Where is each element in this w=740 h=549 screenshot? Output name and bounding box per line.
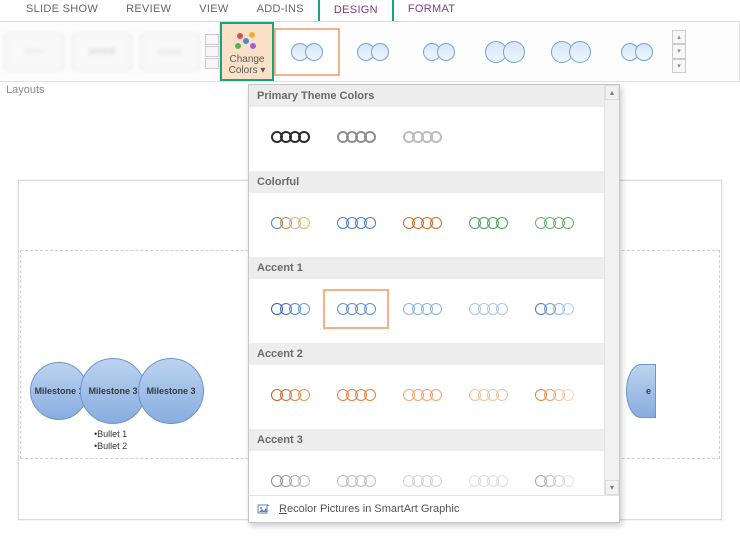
style-thumb-6[interactable]: [604, 28, 670, 76]
smartart-styles-gallery: ▴▾▾: [274, 22, 740, 81]
color-variation-thumb[interactable]: [521, 289, 587, 329]
color-variation-thumb[interactable]: [455, 289, 521, 329]
dd-section-primary: Primary Theme Colors: [249, 85, 619, 107]
layouts-gallery[interactable]: ○○○○ ≋≋≋≋ ◇◇◇◇: [0, 22, 220, 81]
color-variation-thumb[interactable]: [389, 461, 455, 495]
bullet-item: •Bullet 2: [94, 440, 127, 452]
scroll-down-arrow-icon[interactable]: ▾: [605, 480, 619, 495]
tab-slideshow[interactable]: SLIDE SHOW: [12, 0, 112, 21]
color-variation-thumb[interactable]: [389, 375, 455, 415]
dd-section-accent2: Accent 2: [249, 343, 619, 365]
change-colors-button[interactable]: ChangeColors ▾: [220, 22, 274, 81]
color-variation-thumb[interactable]: [323, 117, 389, 157]
tab-addins[interactable]: ADD-INS: [243, 0, 318, 21]
milestone-node[interactable]: Milestone 3: [80, 358, 146, 424]
styles-gallery-spinner[interactable]: ▴▾▾: [672, 26, 686, 77]
tab-view[interactable]: VIEW: [185, 0, 242, 21]
color-variation-thumb[interactable]: [455, 375, 521, 415]
ribbon-content: ○○○○ ≋≋≋≋ ◇◇◇◇ ChangeColors ▾ ▴▾▾: [0, 22, 740, 82]
color-variation-thumb[interactable]: [257, 289, 323, 329]
color-variation-thumb[interactable]: [323, 203, 389, 243]
change-colors-dropdown: ▴ ▾ Primary Theme Colors Colorful Accent…: [248, 84, 620, 523]
milestone-node-peek[interactable]: e: [626, 364, 656, 418]
style-thumb-5[interactable]: [538, 28, 604, 76]
color-variation-thumb[interactable]: [521, 375, 587, 415]
color-variation-thumb[interactable]: [389, 203, 455, 243]
color-variation-thumb[interactable]: [521, 461, 587, 495]
color-variation-thumb[interactable]: [257, 375, 323, 415]
recolor-pictures-link[interactable]: Recolor Pictures in SmartArt Graphic: [249, 495, 619, 522]
color-variation-thumb[interactable]: [389, 289, 455, 329]
change-colors-label: ChangeColors ▾: [229, 54, 266, 76]
ribbon-tab-strip: SLIDE SHOW REVIEW VIEW ADD-INS DESIGN FO…: [0, 0, 740, 22]
dd-section-accent3: Accent 3: [249, 429, 619, 451]
dd-section-colorful: Colorful: [249, 171, 619, 193]
dropdown-scrollbar[interactable]: ▴ ▾: [604, 85, 619, 495]
style-thumb-2[interactable]: [340, 28, 406, 76]
style-thumb-3[interactable]: [406, 28, 472, 76]
bullet-item: •Bullet 1: [94, 428, 127, 440]
color-variation-thumb[interactable]: [389, 117, 455, 157]
color-variation-thumb[interactable]: [323, 375, 389, 415]
style-thumb-1[interactable]: [274, 28, 340, 76]
color-variation-thumb[interactable]: [455, 203, 521, 243]
change-colors-icon: [235, 32, 259, 52]
picture-icon: [257, 502, 271, 516]
tab-review[interactable]: REVIEW: [112, 0, 185, 21]
dd-section-accent1: Accent 1: [249, 257, 619, 279]
color-variation-thumb[interactable]: [455, 461, 521, 495]
scroll-up-arrow-icon[interactable]: ▴: [605, 85, 619, 100]
tab-format[interactable]: FORMAT: [394, 0, 469, 21]
smartart-bullets: •Bullet 1 •Bullet 2: [94, 428, 127, 452]
color-variation-thumb[interactable]: [257, 461, 323, 495]
layouts-group-label: Layouts: [6, 84, 45, 96]
color-variation-thumb[interactable]: [521, 203, 587, 243]
color-variation-thumb[interactable]: [257, 203, 323, 243]
color-variation-thumb[interactable]: [323, 461, 389, 495]
tab-design[interactable]: DESIGN: [318, 0, 394, 21]
smartart-milestones[interactable]: Milestone 1 Milestone 3 Milestone 3: [30, 358, 204, 424]
style-thumb-4[interactable]: [472, 28, 538, 76]
layouts-gallery-spinner[interactable]: [205, 34, 219, 69]
milestone-node[interactable]: Milestone 3: [138, 358, 204, 424]
color-variation-thumb[interactable]: [323, 289, 389, 329]
color-variation-thumb[interactable]: [257, 117, 323, 157]
